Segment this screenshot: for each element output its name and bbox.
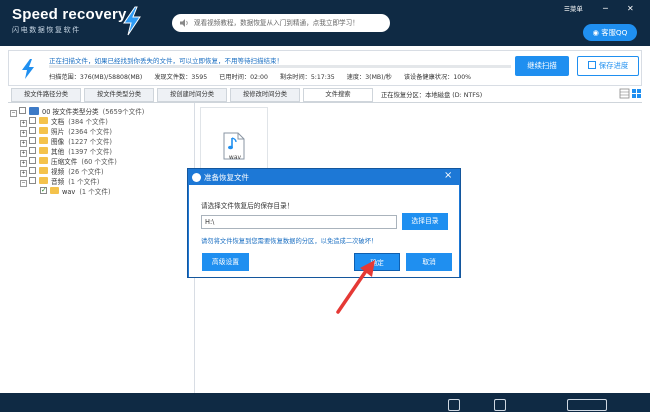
app-logo: Speed recovery 闪电数据恢复软件 [12,6,127,35]
tree-item-archives[interactable]: + 压缩文件 (60 个文件) [20,157,117,167]
logo-subtitle: 闪电数据恢复软件 [12,26,81,34]
choose-directory-button[interactable]: 选择目录 [402,213,448,230]
recovering-partition: 正在恢复分区：本地磁盘 (D: NTFS) [381,92,483,99]
folder-icon [50,187,59,194]
category-tree: −00 按文件类型分类 (5659个文件) + 文档 (384 个文件) + 照片 (23… [8,103,195,393]
close-icon[interactable]: ✕ [627,4,634,13]
tab-by-type[interactable]: 按文件类型分类 [84,88,154,102]
scanning-icon [22,59,34,79]
minimize-button[interactable]: ─ [603,4,608,13]
gift-icon[interactable] [494,399,506,411]
dialog-title: 准备恢复文件 [204,173,249,182]
collapse-icon[interactable]: − [10,110,17,117]
checkbox[interactable] [29,137,36,144]
tab-by-path[interactable]: 按文件路径分类 [11,88,81,102]
scan-stats: 扫描范围：376(MB)/58808(MB) 发现文件数：3595 已用时间：0… [49,72,481,81]
scan-status-panel: 正在扫描文件，如果已经找到你丢失的文件，可以立即恢复，不用等待扫描结束！ 扫描范… [8,50,642,86]
save-progress-button[interactable]: 保存进度 [577,56,639,76]
checkbox[interactable] [29,127,36,134]
speaker-icon [180,19,188,27]
save-path-input[interactable] [201,215,397,229]
expand-icon[interactable]: + [20,150,27,157]
expand-icon[interactable]: + [20,140,27,147]
tab-by-modified[interactable]: 按修改时间分类 [230,88,300,102]
tree-item-videos[interactable]: + 视频 (26 个文件) [20,167,104,177]
play-icon[interactable] [448,399,460,411]
tree-item-audio[interactable]: − 音频 (1 个文件) [20,177,99,187]
customer-service-qq-button[interactable]: ◉ 客服QQ [583,24,637,41]
folder-icon [39,167,48,174]
folder-icon [39,127,48,134]
category-tabs: 按文件路径分类 按文件类型分类 按创建时间分类 按修改时间分类 文件搜索 正在恢… [8,86,642,103]
tree-item-photos[interactable]: + 照片 (2364 个文件) [20,127,112,137]
checkbox[interactable] [29,157,36,164]
recover-dialog: 准备恢复文件 × 请选择文件恢复后的保存目录！ 选择目录 请勿将文件恢复到您需要… [187,168,461,278]
folder-icon [39,137,48,144]
checkbox[interactable] [29,167,36,174]
advanced-settings-button[interactable]: 高级设置 [202,253,249,271]
dialog-body: 请选择文件恢复后的保存目录！ 选择目录 请勿将文件恢复到您需要恢复数据的分区，以… [189,185,459,277]
scan-speed: 速度：3(MB)/秒 [346,74,392,81]
footer-button[interactable] [567,399,607,411]
folder-icon [39,177,48,184]
scan-range: 扫描范围：376(MB)/58808(MB) [49,74,143,81]
continue-scan-button[interactable]: 继续扫描 [515,56,569,76]
scan-progress-bar [49,65,511,68]
expand-icon[interactable]: + [20,170,27,177]
checkbox[interactable] [29,147,36,154]
checkbox-checked[interactable]: ✓ [40,186,47,194]
tree-item-documents[interactable]: + 文档 (384 个文件) [20,117,108,127]
tab-file-search[interactable]: 文件搜索 [303,88,373,102]
tree-item-images[interactable]: + 图像 (1227 个文件) [20,137,112,147]
folder-icon [39,147,48,154]
found-count: 发现文件数：3595 [154,74,208,81]
cancel-button[interactable]: 取消 [406,253,452,271]
disk-icon [29,107,39,115]
expand-icon[interactable]: + [20,130,27,137]
app-header: Speed recovery 闪电数据恢复软件 观看视频教程，数据恢复从入门到精… [0,0,650,46]
app-icon [192,173,201,182]
lightning-icon [123,6,141,36]
device-health: 该设备健康状况：100% [403,74,472,81]
file-type-label: wav [228,154,242,161]
red-arrow-annotation [336,260,375,314]
expand-icon[interactable]: + [20,160,27,167]
scan-message: 正在扫描文件，如果已经找到你丢失的文件，可以立即恢复，不用等待扫描结束！ [49,57,283,65]
tutorial-notice[interactable]: 观看视频教程，数据恢复从入门到精通，点我立即学习！ [172,14,390,32]
folder-icon [39,117,48,124]
folder-icon [39,157,48,164]
logo-title: Speed recovery [12,6,127,23]
close-icon[interactable]: × [444,170,452,181]
app-footer [0,393,650,412]
checkbox[interactable] [29,117,36,124]
qq-icon: ◉ [592,28,602,37]
overwrite-warning: 请勿将文件恢复到您需要恢复数据的分区，以免造成二次破坏！ [201,238,378,245]
checkbox[interactable] [29,177,36,184]
tree-item-root[interactable]: −00 按文件类型分类 (5659个文件) [10,107,144,117]
save-dir-prompt: 请选择文件恢复后的保存目录！ [201,202,294,210]
notice-text: 观看视频教程，数据恢复从入门到精通，点我立即学习！ [194,19,359,27]
collapse-icon[interactable]: − [20,180,27,187]
tab-by-created[interactable]: 按创建时间分类 [157,88,227,102]
menu-button[interactable]: ☰菜单 [564,4,586,14]
remaining-time: 剩余时间：5:17:35 [279,74,335,81]
checkbox[interactable] [19,107,26,114]
elapsed-time: 已用时间：02:00 [219,74,268,81]
save-icon [587,61,596,69]
view-toggle-icons[interactable] [619,88,643,99]
expand-icon[interactable]: + [20,120,27,127]
tree-item-wav[interactable]: ✓ wav (1 个文件) [40,186,111,197]
tree-item-other[interactable]: + 其他 (1397 个文件) [20,147,112,157]
